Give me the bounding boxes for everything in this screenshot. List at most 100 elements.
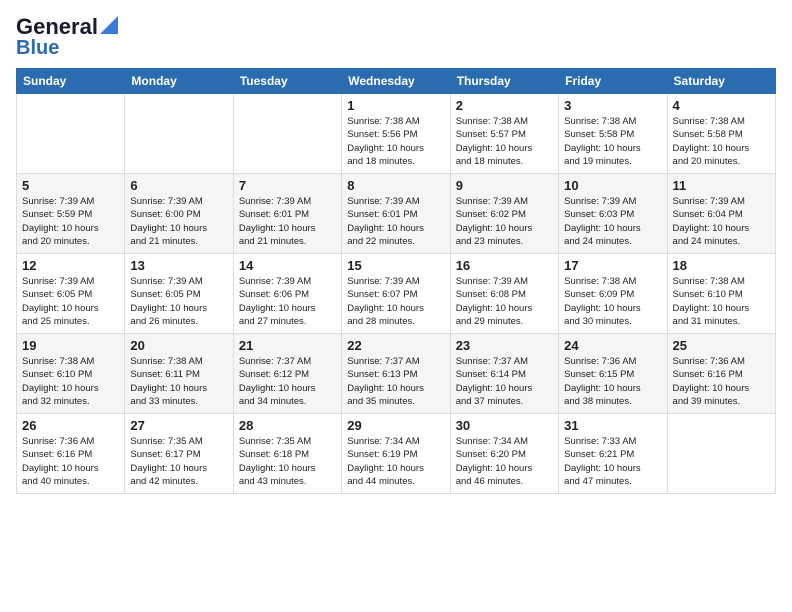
calendar-cell: 7 Sunrise: 7:39 AM Sunset: 6:01 PM Daylig… bbox=[233, 174, 341, 254]
calendar-cell: 31 Sunrise: 7:33 AM Sunset: 6:21 PM Dayli… bbox=[559, 414, 667, 494]
calendar-week-5: 26Sunrise: 7:36 AM Sunset: 6:16 PM Dayli… bbox=[17, 414, 776, 494]
day-number: 12 bbox=[22, 258, 119, 273]
day-number: 25 bbox=[673, 338, 770, 353]
day-info: Sunrise: 7:36 AM Sunset: 6:16 PM Dayligh… bbox=[673, 355, 770, 408]
day-info: Sunrise: 7:34 AM Sunset: 6:19 PM Dayligh… bbox=[347, 435, 444, 488]
calendar-cell: 3 Sunrise: 7:38 AM Sunset: 5:58 PM Daylig… bbox=[559, 94, 667, 174]
day-info: Sunrise: 7:39 AM Sunset: 5:59 PM Dayligh… bbox=[22, 195, 119, 248]
page-header: General Blue bbox=[16, 16, 776, 58]
calendar-week-3: 12 Sunrise: 7:39 AM Sunset: 6:05 PM Dayli… bbox=[17, 254, 776, 334]
day-number: 31 bbox=[564, 418, 661, 433]
day-number: 22 bbox=[347, 338, 444, 353]
day-number: 29 bbox=[347, 418, 444, 433]
calendar-cell: 25 Sunrise: 7:36 AM Sunset: 6:16 PM Dayli… bbox=[667, 334, 775, 414]
calendar-cell: 26Sunrise: 7:36 AM Sunset: 6:16 PM Dayli… bbox=[17, 414, 125, 494]
calendar-cell bbox=[17, 94, 125, 174]
logo-icon bbox=[100, 16, 118, 34]
day-info: Sunrise: 7:34 AM Sunset: 6:20 PM Dayligh… bbox=[456, 435, 553, 488]
day-info: Sunrise: 7:38 AM Sunset: 5:58 PM Dayligh… bbox=[673, 115, 770, 168]
weekday-header-friday: Friday bbox=[559, 69, 667, 94]
calendar-cell: 22 Sunrise: 7:37 AM Sunset: 6:13 PM Dayli… bbox=[342, 334, 450, 414]
day-info: Sunrise: 7:39 AM Sunset: 6:06 PM Dayligh… bbox=[239, 275, 336, 328]
day-number: 28 bbox=[239, 418, 336, 433]
day-number: 8 bbox=[347, 178, 444, 193]
day-info: Sunrise: 7:38 AM Sunset: 5:57 PM Dayligh… bbox=[456, 115, 553, 168]
day-info: Sunrise: 7:36 AM Sunset: 6:15 PM Dayligh… bbox=[564, 355, 661, 408]
calendar-week-2: 5 Sunrise: 7:39 AM Sunset: 5:59 PM Daylig… bbox=[17, 174, 776, 254]
calendar-cell: 1Sunrise: 7:38 AM Sunset: 5:56 PM Daylig… bbox=[342, 94, 450, 174]
weekday-header-monday: Monday bbox=[125, 69, 233, 94]
logo: General Blue bbox=[16, 16, 118, 58]
day-info: Sunrise: 7:39 AM Sunset: 6:03 PM Dayligh… bbox=[564, 195, 661, 248]
calendar-cell: 4 Sunrise: 7:38 AM Sunset: 5:58 PM Daylig… bbox=[667, 94, 775, 174]
calendar-cell: 19 Sunrise: 7:38 AM Sunset: 6:10 PM Dayli… bbox=[17, 334, 125, 414]
day-number: 7 bbox=[239, 178, 336, 193]
day-number: 14 bbox=[239, 258, 336, 273]
day-info: Sunrise: 7:39 AM Sunset: 6:07 PM Dayligh… bbox=[347, 275, 444, 328]
calendar-cell bbox=[233, 94, 341, 174]
day-number: 4 bbox=[673, 98, 770, 113]
day-info: Sunrise: 7:38 AM Sunset: 5:58 PM Dayligh… bbox=[564, 115, 661, 168]
calendar-table: SundayMondayTuesdayWednesdayThursdayFrid… bbox=[16, 68, 776, 494]
day-info: Sunrise: 7:38 AM Sunset: 6:10 PM Dayligh… bbox=[673, 275, 770, 328]
calendar-cell: 11 Sunrise: 7:39 AM Sunset: 6:04 PM Dayli… bbox=[667, 174, 775, 254]
day-number: 6 bbox=[130, 178, 227, 193]
day-number: 2 bbox=[456, 98, 553, 113]
calendar-cell: 24 Sunrise: 7:36 AM Sunset: 6:15 PM Dayli… bbox=[559, 334, 667, 414]
calendar-cell: 5 Sunrise: 7:39 AM Sunset: 5:59 PM Daylig… bbox=[17, 174, 125, 254]
day-number: 27 bbox=[130, 418, 227, 433]
day-number: 3 bbox=[564, 98, 661, 113]
day-number: 16 bbox=[456, 258, 553, 273]
day-number: 23 bbox=[456, 338, 553, 353]
day-info: Sunrise: 7:33 AM Sunset: 6:21 PM Dayligh… bbox=[564, 435, 661, 488]
day-number: 1 bbox=[347, 98, 444, 113]
calendar-cell: 6 Sunrise: 7:39 AM Sunset: 6:00 PM Daylig… bbox=[125, 174, 233, 254]
calendar-cell: 16 Sunrise: 7:39 AM Sunset: 6:08 PM Dayli… bbox=[450, 254, 558, 334]
logo-general: General bbox=[16, 16, 98, 38]
weekday-header-thursday: Thursday bbox=[450, 69, 558, 94]
calendar-cell: 23 Sunrise: 7:37 AM Sunset: 6:14 PM Dayli… bbox=[450, 334, 558, 414]
calendar-cell: 13Sunrise: 7:39 AM Sunset: 6:05 PM Dayli… bbox=[125, 254, 233, 334]
calendar-cell bbox=[667, 414, 775, 494]
day-number: 11 bbox=[673, 178, 770, 193]
day-info: Sunrise: 7:39 AM Sunset: 6:01 PM Dayligh… bbox=[239, 195, 336, 248]
calendar-week-4: 19 Sunrise: 7:38 AM Sunset: 6:10 PM Dayli… bbox=[17, 334, 776, 414]
day-info: Sunrise: 7:39 AM Sunset: 6:04 PM Dayligh… bbox=[673, 195, 770, 248]
day-info: Sunrise: 7:38 AM Sunset: 6:10 PM Dayligh… bbox=[22, 355, 119, 408]
day-info: Sunrise: 7:36 AM Sunset: 6:16 PM Dayligh… bbox=[22, 435, 119, 488]
calendar-cell: 21Sunrise: 7:37 AM Sunset: 6:12 PM Dayli… bbox=[233, 334, 341, 414]
day-info: Sunrise: 7:37 AM Sunset: 6:13 PM Dayligh… bbox=[347, 355, 444, 408]
day-info: Sunrise: 7:39 AM Sunset: 6:00 PM Dayligh… bbox=[130, 195, 227, 248]
weekday-header-sunday: Sunday bbox=[17, 69, 125, 94]
calendar-cell: 8 Sunrise: 7:39 AM Sunset: 6:01 PM Daylig… bbox=[342, 174, 450, 254]
calendar-cell: 28 Sunrise: 7:35 AM Sunset: 6:18 PM Dayli… bbox=[233, 414, 341, 494]
day-info: Sunrise: 7:35 AM Sunset: 6:17 PM Dayligh… bbox=[130, 435, 227, 488]
calendar-cell: 14 Sunrise: 7:39 AM Sunset: 6:06 PM Dayli… bbox=[233, 254, 341, 334]
day-info: Sunrise: 7:39 AM Sunset: 6:08 PM Dayligh… bbox=[456, 275, 553, 328]
calendar-cell bbox=[125, 94, 233, 174]
day-info: Sunrise: 7:35 AM Sunset: 6:18 PM Dayligh… bbox=[239, 435, 336, 488]
day-info: Sunrise: 7:38 AM Sunset: 6:11 PM Dayligh… bbox=[130, 355, 227, 408]
weekday-header-row: SundayMondayTuesdayWednesdayThursdayFrid… bbox=[17, 69, 776, 94]
calendar-cell: 2 Sunrise: 7:38 AM Sunset: 5:57 PM Daylig… bbox=[450, 94, 558, 174]
calendar-cell: 17Sunrise: 7:38 AM Sunset: 6:09 PM Dayli… bbox=[559, 254, 667, 334]
calendar-cell: 12 Sunrise: 7:39 AM Sunset: 6:05 PM Dayli… bbox=[17, 254, 125, 334]
day-info: Sunrise: 7:37 AM Sunset: 6:14 PM Dayligh… bbox=[456, 355, 553, 408]
weekday-header-tuesday: Tuesday bbox=[233, 69, 341, 94]
day-info: Sunrise: 7:39 AM Sunset: 6:01 PM Dayligh… bbox=[347, 195, 444, 248]
day-info: Sunrise: 7:39 AM Sunset: 6:05 PM Dayligh… bbox=[130, 275, 227, 328]
day-number: 15 bbox=[347, 258, 444, 273]
day-number: 10 bbox=[564, 178, 661, 193]
day-number: 18 bbox=[673, 258, 770, 273]
weekday-header-wednesday: Wednesday bbox=[342, 69, 450, 94]
weekday-header-saturday: Saturday bbox=[667, 69, 775, 94]
calendar-cell: 29 Sunrise: 7:34 AM Sunset: 6:19 PM Dayli… bbox=[342, 414, 450, 494]
day-number: 5 bbox=[22, 178, 119, 193]
day-number: 24 bbox=[564, 338, 661, 353]
day-number: 30 bbox=[456, 418, 553, 433]
calendar-cell: 18 Sunrise: 7:38 AM Sunset: 6:10 PM Dayli… bbox=[667, 254, 775, 334]
calendar-cell: 15 Sunrise: 7:39 AM Sunset: 6:07 PM Dayli… bbox=[342, 254, 450, 334]
day-info: Sunrise: 7:39 AM Sunset: 6:05 PM Dayligh… bbox=[22, 275, 119, 328]
day-number: 20 bbox=[130, 338, 227, 353]
day-number: 19 bbox=[22, 338, 119, 353]
